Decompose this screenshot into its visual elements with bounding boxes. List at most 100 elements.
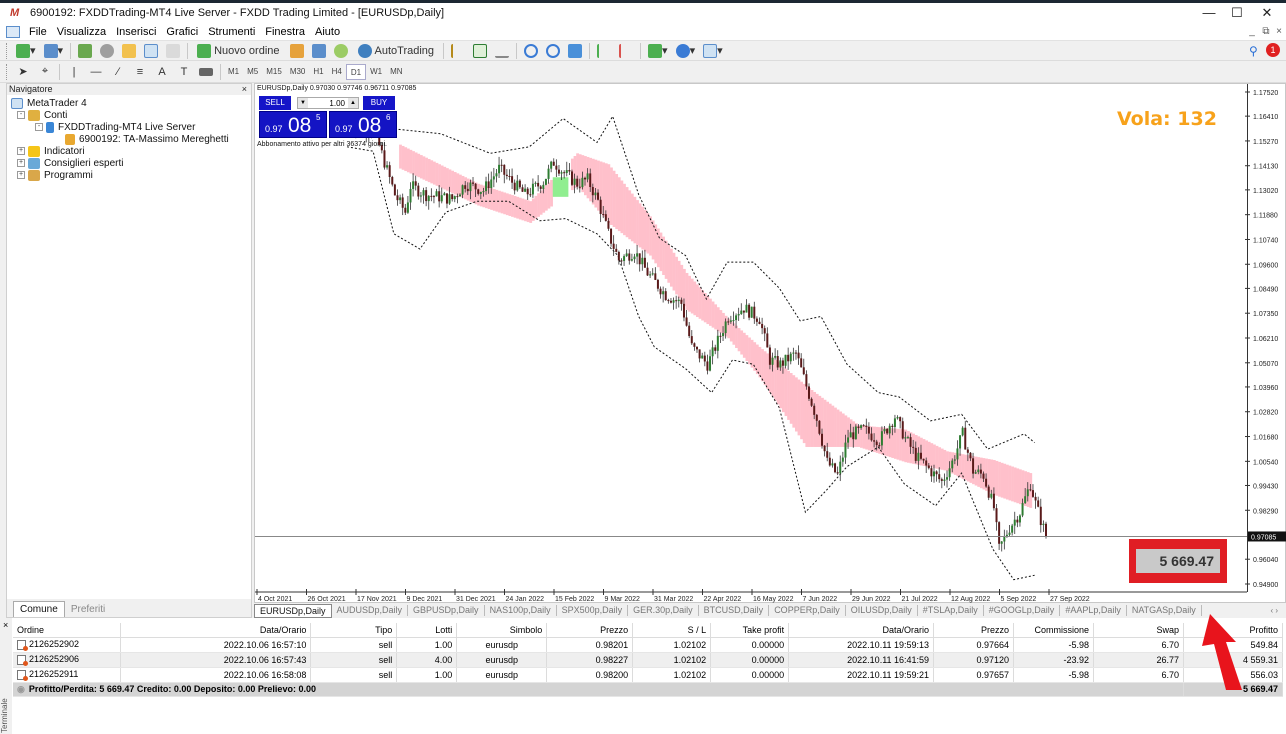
tile-windows-button[interactable] [566,42,584,60]
symbol-tab[interactable]: SPX500p,Daily [557,605,629,616]
expand-icon[interactable]: + [17,171,25,179]
menu-finestra[interactable]: Finestra [262,26,312,38]
collapse-icon[interactable]: - [17,111,25,119]
vertical-line-tool[interactable]: | [65,63,83,81]
col-prezzo-close[interactable]: Prezzo [933,623,1015,638]
buy-button[interactable]: BUY [363,96,395,110]
col-simbolo[interactable]: Simbolo [456,623,548,638]
collapse-icon[interactable]: - [35,123,43,131]
tree-node-metatrader[interactable]: MetaTrader 4 [7,97,251,109]
symbol-tab[interactable]: COPPERp,Daily [769,605,846,616]
tree-node-consiglieri[interactable]: + Consiglieri esperti [7,157,251,169]
tree-node-indicatori[interactable]: + Indicatori [7,145,251,157]
symbol-tab[interactable]: GBPUSDp,Daily [408,605,485,616]
col-swap[interactable]: Swap [1093,623,1184,638]
strategy-tester-button[interactable] [164,42,182,60]
autotrading-button[interactable]: AutoTrading [354,42,439,60]
timeframe-m1[interactable]: M1 [224,64,243,80]
timeframe-h1[interactable]: H1 [309,64,327,80]
arrows-tool[interactable] [197,63,215,81]
chart-window[interactable]: 1.17520 1.16410 1.15270 1.14130 1.13020 1.118… [254,83,1286,603]
symbol-tab[interactable]: BTCUSD,Daily [699,605,770,616]
table-row[interactable]: 2126252906 2022.10.06 16:57:43 sell 4.00… [13,652,1284,668]
data-window-button[interactable] [98,42,116,60]
cursor-tool[interactable]: ➤ [14,63,32,81]
text-tool[interactable]: A [153,63,171,81]
zoom-out-button[interactable] [544,42,562,60]
symbol-tab[interactable]: NATGASp,Daily [1127,605,1202,616]
templates-button[interactable]: ▾ [701,42,725,60]
toolbar-grip[interactable] [6,42,9,59]
symbol-tab[interactable]: EURUSDp,Daily [254,603,332,618]
symbol-tab[interactable]: AUDUSDp,Daily [332,605,409,616]
timeframe-d1[interactable]: D1 [345,63,367,80]
col-take-profit[interactable]: Take profit [710,623,790,638]
bar-chart-button[interactable] [449,42,467,60]
timeframe-m30[interactable]: M30 [286,64,310,80]
mdi-restore-button[interactable]: ⧉ [1260,23,1272,41]
navigator-button[interactable] [120,42,138,60]
sell-button[interactable]: SELL [259,96,291,110]
tab-scroll-buttons[interactable]: ‹ › [1270,606,1278,615]
col-ordine[interactable]: Ordine [13,623,122,638]
new-order-button[interactable]: Nuovo ordine [193,42,283,60]
notification-badge[interactable]: 1 [1266,43,1280,57]
symbol-tab[interactable]: GER.30p,Daily [628,605,699,616]
navigator-close-button[interactable]: × [242,84,247,95]
lot-size-input[interactable]: 1.00 [308,99,348,108]
metaeditor-button[interactable] [288,42,306,60]
crosshair-tool[interactable]: ⌖ [36,63,54,81]
tree-node-conti[interactable]: - Conti [7,109,251,121]
autoscroll-button[interactable] [617,42,635,60]
line-chart-button[interactable] [493,42,511,60]
sell-price[interactable]: 0.97 08 5 [259,111,327,138]
trendline-tool[interactable]: ∕ [109,63,127,81]
menu-grafici[interactable]: Grafici [163,26,205,38]
timeframe-w1[interactable]: W1 [366,64,386,80]
menu-aiuto[interactable]: Aiuto [312,26,347,38]
menu-strumenti[interactable]: Strumenti [205,26,262,38]
symbol-tab[interactable]: OILUSDp,Daily [846,605,918,616]
tab-preferiti[interactable]: Preferiti [65,602,111,617]
close-button[interactable]: ✕ [1249,3,1285,23]
profiles-button[interactable]: ▾ [42,42,66,60]
col-sl[interactable]: S / L [632,623,712,638]
symbol-tab[interactable]: #AAPLp,Daily [1060,605,1127,616]
menu-file[interactable]: File [26,26,54,38]
periods-button[interactable]: ▾ [674,42,698,60]
lot-decrease-button[interactable]: ▼ [298,98,308,108]
chart-shift-button[interactable] [595,42,613,60]
col-tipo[interactable]: Tipo [310,623,398,638]
search-icon[interactable]: ⚲ [1249,44,1258,58]
lot-increase-button[interactable]: ▲ [348,98,358,108]
timeframe-mn[interactable]: MN [386,64,406,80]
tree-node-programmi[interactable]: + Programmi [7,169,251,181]
col-data-orario-close[interactable]: Data/Orario [788,623,935,638]
timeframe-h4[interactable]: H4 [328,64,346,80]
tab-comune[interactable]: Comune [13,601,65,617]
mdi-minimize-button[interactable]: _ [1246,23,1258,41]
lot-size-stepper[interactable]: ▼ 1.00 ▲ [297,97,359,109]
indicators-button[interactable]: ▾ [646,42,670,60]
mdi-close-button[interactable]: × [1273,23,1285,41]
timeframe-m5[interactable]: M5 [243,64,262,80]
expand-icon[interactable]: + [17,159,25,167]
timeframe-m15[interactable]: M15 [262,64,286,80]
channel-tool[interactable]: ≡ [131,63,149,81]
zoom-in-button[interactable] [522,42,540,60]
menu-inserisci[interactable]: Inserisci [113,26,163,38]
terminal-button[interactable] [142,42,160,60]
col-lotti[interactable]: Lotti [396,623,458,638]
candlestick-button[interactable] [471,42,489,60]
signals-button[interactable] [332,42,350,60]
market-watch-button[interactable] [76,42,94,60]
col-prezzo[interactable]: Prezzo [546,623,634,638]
symbol-tab[interactable]: #GOOGLp,Daily [984,605,1061,616]
symbol-tab[interactable]: #TSLAp,Daily [918,605,984,616]
col-commissione[interactable]: Commissione [1013,623,1095,638]
table-row[interactable]: 2126252911 2022.10.06 16:58:08 sell 1.00… [13,667,1284,683]
price-chart[interactable]: 1.17520 1.16410 1.15270 1.14130 1.13020 1.118… [255,84,1286,604]
toolbar-grip[interactable] [6,63,9,80]
buy-price[interactable]: 0.97 08 6 [329,111,397,138]
new-chart-button[interactable]: ▾ [14,42,38,60]
